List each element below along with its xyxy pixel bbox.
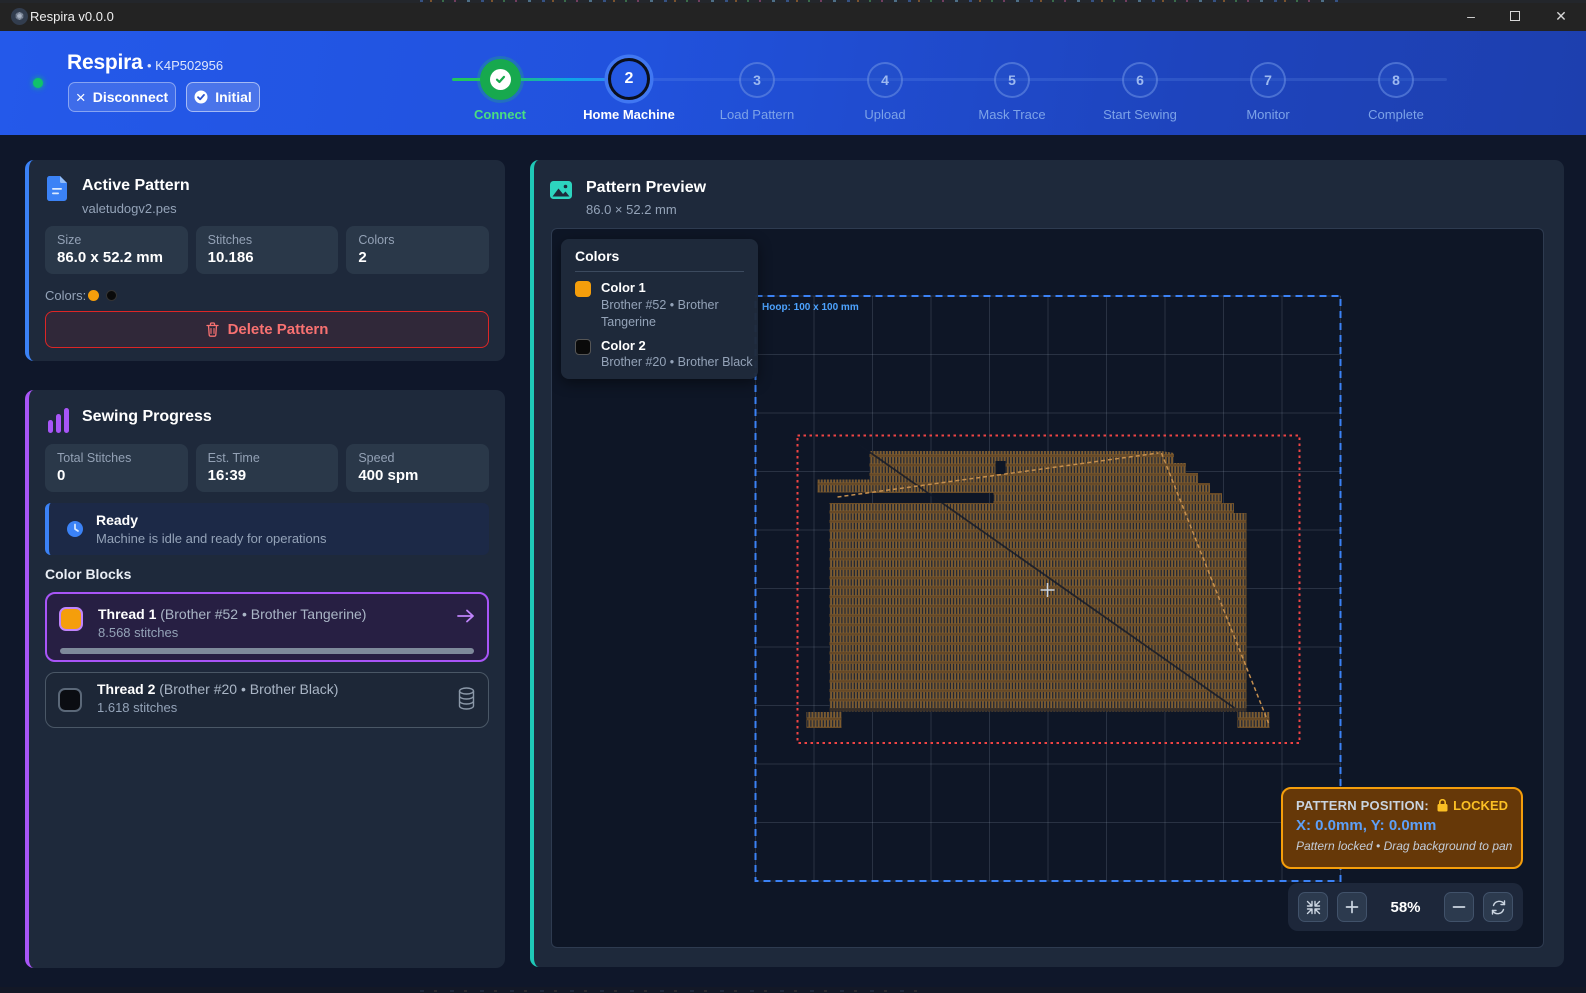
- svg-text:Hoop: 100 x 100 mm: Hoop: 100 x 100 mm: [762, 302, 859, 313]
